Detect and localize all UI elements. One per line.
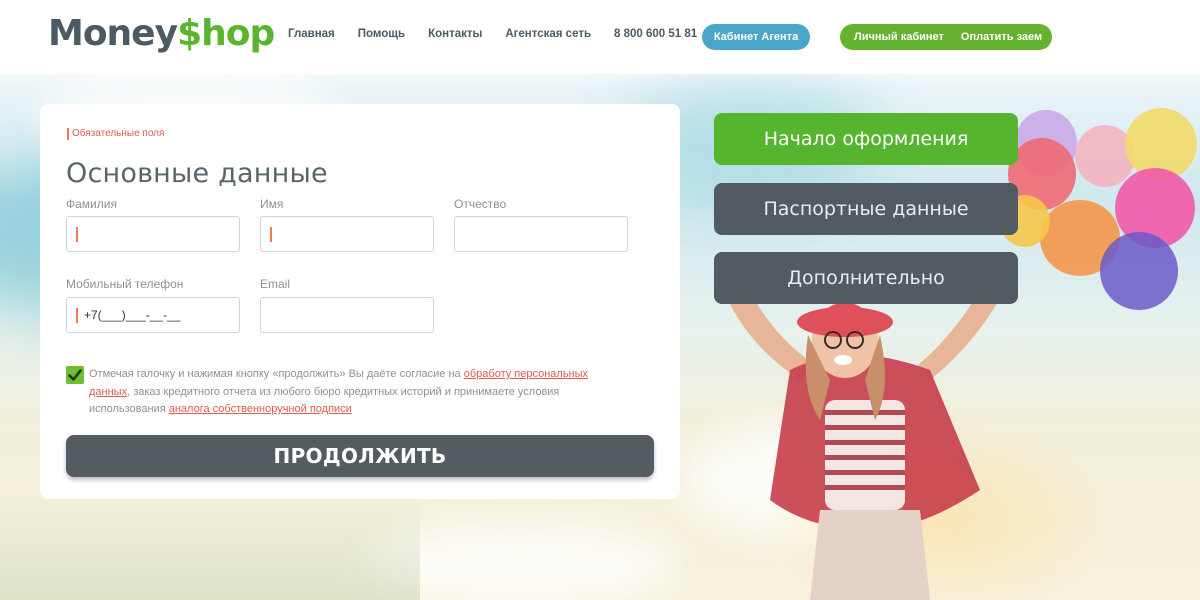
pay-loan-button[interactable]: Оплатить заем bbox=[961, 31, 1042, 43]
girl-shorts bbox=[810, 510, 930, 600]
account-button-group: Личный кабинет Оплатить заем bbox=[840, 24, 1052, 50]
step-additional[interactable]: Дополнительно bbox=[714, 252, 1018, 304]
nav-item-home[interactable]: Главная bbox=[288, 28, 335, 40]
phone-label: Мобильный телефон bbox=[66, 277, 184, 291]
last-name-field[interactable] bbox=[66, 216, 240, 252]
balloon bbox=[1100, 232, 1178, 310]
last-name-label: Фамилия bbox=[66, 197, 117, 211]
phone-field[interactable]: +7(___)___-__-__ bbox=[66, 297, 240, 333]
section-title: Основные данные bbox=[66, 158, 328, 189]
main-nav: Главная Помощь Контакты Агентская сеть 8… bbox=[288, 28, 720, 40]
phone-number[interactable]: 8 800 600 51 81 bbox=[614, 28, 697, 40]
girl-illustration bbox=[720, 272, 1010, 600]
email-field[interactable] bbox=[260, 297, 434, 333]
form-card: Обязательные поля Основные данные Фамили… bbox=[40, 104, 680, 499]
page: Money$hop Главная Помощь Контакты Агентс… bbox=[0, 0, 1200, 600]
consent-checkbox[interactable] bbox=[66, 366, 84, 384]
required-marker bbox=[76, 308, 78, 323]
moneyshop-logo[interactable]: Money$hop bbox=[48, 10, 275, 58]
signature-analog-link[interactable]: аналога собственноручной подписи bbox=[169, 403, 352, 415]
step-passport[interactable]: Паспортные данные bbox=[714, 183, 1018, 235]
header: Money$hop Главная Помощь Контакты Агентс… bbox=[0, 0, 1200, 74]
required-marker bbox=[270, 227, 272, 242]
continue-button[interactable]: ПРОДОЛЖИТЬ bbox=[66, 435, 654, 477]
nav-item-agent-network[interactable]: Агентская сеть bbox=[505, 28, 591, 40]
patronymic-field[interactable] bbox=[454, 216, 628, 252]
first-name-label: Имя bbox=[260, 197, 284, 211]
check-icon bbox=[68, 369, 82, 381]
logo-dollar: $ bbox=[177, 13, 202, 54]
logo-money: Money bbox=[48, 13, 178, 54]
nav-item-contacts[interactable]: Контакты bbox=[428, 28, 482, 40]
first-name-field[interactable] bbox=[260, 216, 434, 252]
consent-text: Отмечая галочку и нажимая кнопку «продол… bbox=[89, 366, 609, 419]
required-fields-note: Обязательные поля bbox=[67, 128, 164, 140]
nav-item-help[interactable]: Помощь bbox=[358, 28, 405, 40]
girl-mouth bbox=[834, 355, 852, 365]
grass-decoration bbox=[0, 490, 420, 600]
consent-text-part: Отмечая галочку и нажимая кнопку «продол… bbox=[89, 368, 464, 380]
email-label: Email bbox=[260, 277, 291, 291]
patronymic-label: Отчество bbox=[454, 197, 507, 211]
personal-cabinet-button[interactable]: Личный кабинет bbox=[854, 31, 944, 43]
step-start[interactable]: Начало оформления bbox=[714, 113, 1018, 165]
phone-value: +7(___)___-__-__ bbox=[84, 308, 181, 322]
agent-cabinet-button[interactable]: Кабинет Агента bbox=[702, 24, 810, 50]
required-marker bbox=[76, 227, 78, 242]
logo-shop: hop bbox=[201, 13, 275, 54]
girl-hat-top bbox=[815, 302, 875, 320]
